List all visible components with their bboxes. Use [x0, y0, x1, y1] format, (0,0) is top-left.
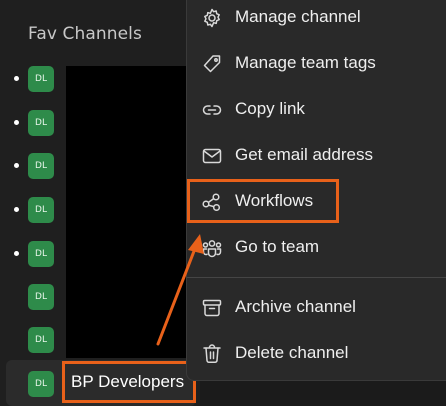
- menu-item-label: Copy link: [235, 99, 305, 118]
- menu-item-get-email-address[interactable]: Get email address: [187, 134, 446, 178]
- gear-icon: [201, 7, 223, 29]
- archive-icon: [201, 297, 223, 319]
- menu-item-label: Go to team: [235, 237, 320, 256]
- menu-item-label: Manage team tags: [235, 53, 376, 72]
- unread-dot: [14, 163, 19, 168]
- annotation-highlight-channel: [62, 361, 196, 403]
- menu-item-copy-link[interactable]: Copy link: [187, 88, 446, 132]
- channel-avatar: DL: [28, 197, 54, 223]
- channel-avatar: DL: [28, 371, 54, 397]
- section-title[interactable]: Fav Channels: [28, 24, 142, 44]
- menu-item-go-to-team[interactable]: Go to team: [187, 226, 446, 270]
- channel-avatar: DL: [28, 284, 54, 310]
- menu-item-label: Archive channel: [235, 297, 356, 316]
- link-icon: [201, 99, 223, 121]
- menu-item-manage-channel[interactable]: Manage channel: [187, 0, 446, 40]
- annotation-highlight-workflows: [187, 179, 339, 223]
- menu-item-manage-team-tags[interactable]: Manage team tags: [187, 42, 446, 86]
- channel-avatar: DL: [28, 110, 54, 136]
- tag-icon: [201, 53, 223, 75]
- channel-avatar: DL: [28, 153, 54, 179]
- teams-screen: Fav Channels DL DL DL DL DL DL DL DL BP …: [0, 0, 446, 406]
- unread-dot: [14, 120, 19, 125]
- menu-item-label: Get email address: [235, 145, 373, 164]
- unread-dot: [14, 76, 19, 81]
- redacted-channel-names: [66, 66, 186, 358]
- trash-icon: [201, 343, 223, 365]
- unread-dot: [14, 207, 19, 212]
- menu-item-archive-channel[interactable]: Archive channel: [187, 286, 446, 330]
- channel-avatar: DL: [28, 241, 54, 267]
- mail-icon: [201, 145, 223, 167]
- menu-item-label: Delete channel: [235, 343, 349, 362]
- channel-avatar: DL: [28, 66, 54, 92]
- channel-avatar: DL: [28, 327, 54, 353]
- menu-divider: [187, 277, 446, 278]
- team-icon: [201, 237, 223, 259]
- menu-item-delete-channel[interactable]: Delete channel: [187, 332, 446, 376]
- menu-item-label: Manage channel: [235, 7, 361, 26]
- channel-sidebar: Fav Channels DL DL DL DL DL DL DL DL BP …: [0, 0, 200, 406]
- unread-dot: [14, 251, 19, 256]
